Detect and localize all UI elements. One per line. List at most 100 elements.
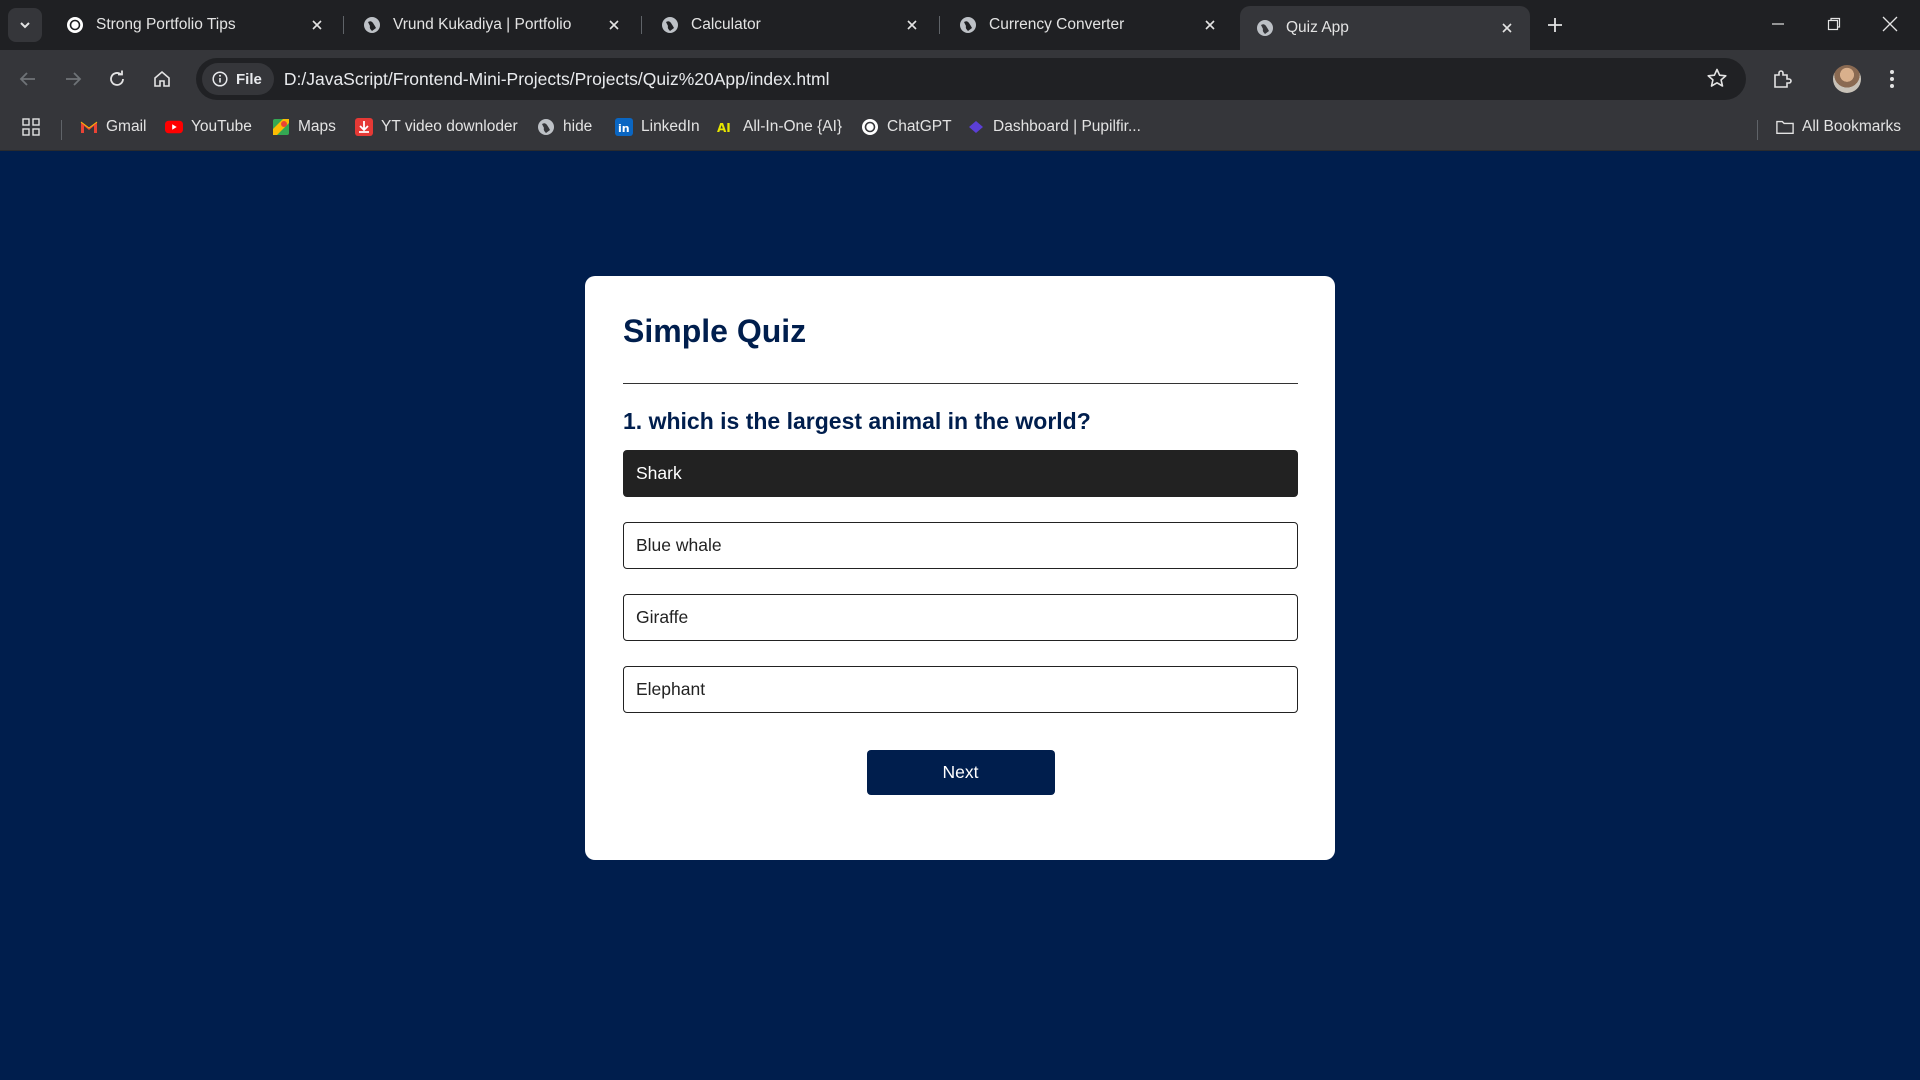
bookmark-label: ChatGPT (887, 118, 952, 135)
question-text: 1. which is the largest animal in the wo… (623, 408, 1091, 435)
bookmark-label: Gmail (106, 118, 147, 135)
quiz-title: Simple Quiz (623, 313, 807, 349)
tab-strong-portfolio-tips[interactable]: Strong Portfolio Tips (50, 6, 340, 44)
minimize-button[interactable] (1750, 0, 1806, 48)
menu-button[interactable] (1875, 62, 1909, 96)
browser-toolbar: File D:/JavaScript/Frontend-Mini-Project… (0, 50, 1920, 108)
all-bookmarks-label: All Bookmarks (1802, 118, 1902, 135)
more-vertical-icon (1890, 70, 1894, 88)
reload-button[interactable] (100, 62, 134, 96)
tab-title: Calculator (691, 16, 761, 33)
tab-separator (939, 16, 940, 34)
tab-vrund-portfolio[interactable]: Vrund Kukadiya | Portfolio (347, 6, 637, 44)
title-divider (623, 383, 1298, 385)
globe-icon (363, 16, 381, 34)
extensions-button[interactable] (1765, 62, 1799, 96)
chevron-down-icon (20, 22, 30, 29)
close-icon (1882, 16, 1898, 32)
site-info-chip[interactable]: File (202, 63, 274, 95)
bookmark-separator (1757, 120, 1758, 140)
bookmark-label: All-In-One {AI} (743, 118, 843, 135)
gmail-icon (80, 118, 98, 136)
home-icon (154, 70, 170, 87)
svg-text:AI: AI (717, 121, 731, 135)
ai-icon: AI (717, 118, 735, 136)
answer-button[interactable]: Shark (623, 450, 1298, 498)
answer-button[interactable]: Blue whale (623, 522, 1298, 570)
home-button[interactable] (145, 62, 179, 96)
chatgpt-icon (861, 118, 879, 136)
bookmark-linkedin[interactable]: in LinkedIn (615, 118, 700, 136)
bookmark-yt-downloader[interactable]: YT video downloder (355, 118, 518, 136)
svg-text:in: in (618, 122, 630, 135)
address-bar[interactable]: File D:/JavaScript/Frontend-Mini-Project… (196, 58, 1746, 100)
bookmark-chatgpt[interactable]: ChatGPT (861, 118, 952, 136)
close-icon[interactable] (306, 14, 328, 36)
bookmark-star-icon[interactable] (1706, 67, 1728, 94)
tab-search-button[interactable] (8, 8, 42, 42)
download-icon (355, 118, 373, 136)
close-window-button[interactable] (1862, 0, 1918, 48)
profile-button[interactable] (1830, 62, 1864, 96)
apps-button[interactable] (22, 118, 48, 136)
forward-button[interactable] (56, 62, 90, 96)
tab-strip: Strong Portfolio Tips Vrund Kukadiya | P… (0, 0, 1920, 50)
bookmark-label: YouTube (191, 118, 252, 135)
maps-icon (272, 118, 290, 136)
tab-separator (641, 16, 642, 34)
scheme-label: File (236, 70, 262, 88)
close-icon[interactable] (1496, 17, 1518, 39)
next-button[interactable]: Next (866, 750, 1055, 796)
close-icon[interactable] (603, 14, 625, 36)
minimize-icon (1772, 23, 1784, 25)
tab-title: Currency Converter (989, 16, 1125, 33)
tab-currency-converter[interactable]: Currency Converter (943, 6, 1233, 44)
tab-separator (343, 16, 344, 34)
linkedin-icon: in (615, 118, 633, 136)
reload-icon (110, 70, 124, 86)
tab-title: Vrund Kukadiya | Portfolio (393, 16, 572, 33)
folder-icon (1776, 118, 1794, 136)
puzzle-icon (1774, 70, 1792, 88)
bookmark-youtube[interactable]: YouTube (165, 118, 252, 136)
bookmark-label: LinkedIn (641, 118, 700, 135)
bookmarks-bar: Gmail YouTube Maps YT video downloder hi… (0, 108, 1920, 151)
bookmark-label: hide (563, 118, 593, 135)
arrow-left-icon (19, 72, 35, 86)
bookmark-label: YT video downloder (381, 118, 518, 135)
restore-icon (1827, 17, 1841, 31)
answer-list: Shark Blue whale Giraffe Elephant (623, 450, 1298, 714)
back-button[interactable] (11, 62, 45, 96)
quiz-card: Simple Quiz 1. which is the largest anim… (585, 276, 1335, 860)
bookmark-all-in-one-ai[interactable]: AI All-In-One {AI} (717, 118, 842, 136)
close-icon[interactable] (1199, 14, 1221, 36)
globe-icon (1256, 19, 1274, 37)
all-bookmarks-button[interactable]: All Bookmarks (1776, 118, 1901, 136)
youtube-icon (165, 118, 183, 136)
new-tab-button[interactable] (1542, 12, 1568, 38)
answer-button[interactable]: Giraffe (623, 594, 1298, 642)
restore-button[interactable] (1806, 0, 1862, 48)
avatar (1833, 65, 1861, 93)
arrow-right-icon (66, 72, 82, 86)
bookmark-label: Maps (298, 118, 336, 135)
url-text[interactable]: D:/JavaScript/Frontend-Mini-Projects/Pro… (284, 69, 830, 90)
bookmark-maps[interactable]: Maps (272, 118, 336, 136)
bookmark-pupilfirst[interactable]: Dashboard | Pupilfir... (967, 118, 1141, 136)
bookmark-separator (61, 120, 62, 140)
bookmark-hide[interactable]: hide (537, 118, 592, 136)
plus-icon (1548, 18, 1562, 32)
close-icon[interactable] (901, 14, 923, 36)
tab-quiz-app[interactable]: Quiz App (1240, 6, 1530, 50)
bookmark-label: Dashboard | Pupilfir... (993, 118, 1141, 135)
pupilfirst-icon (967, 118, 985, 136)
info-icon (212, 71, 228, 87)
tab-title: Quiz App (1286, 19, 1349, 36)
tab-title: Strong Portfolio Tips (96, 16, 236, 33)
tab-calculator[interactable]: Calculator (645, 6, 935, 44)
bookmark-gmail[interactable]: Gmail (80, 118, 146, 136)
apps-grid-icon (22, 118, 40, 136)
chatgpt-icon (66, 16, 84, 34)
answer-button[interactable]: Elephant (623, 666, 1298, 714)
globe-icon (537, 118, 555, 136)
